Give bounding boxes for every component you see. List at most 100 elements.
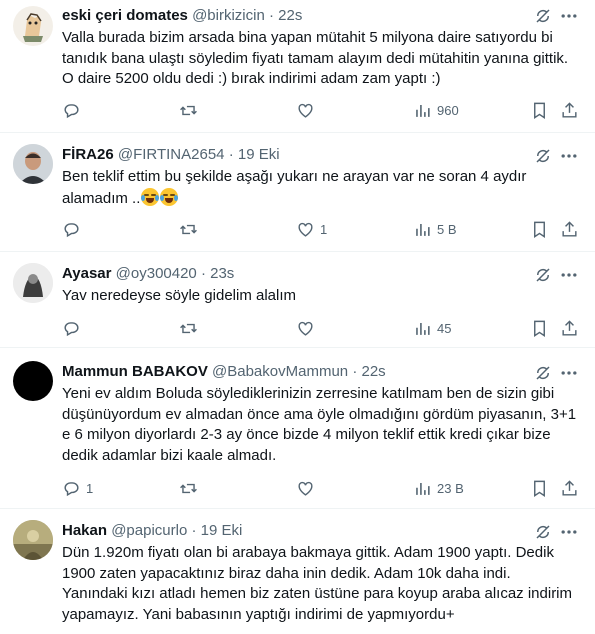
like-button[interactable]: [296, 99, 320, 121]
tweet[interactable]: eski çeri domates @birkizicin · 22s Vall…: [0, 0, 595, 133]
more-icon[interactable]: [559, 522, 579, 542]
user-handle[interactable]: @birkizicin: [192, 7, 265, 24]
timestamp[interactable]: 22s: [361, 363, 385, 380]
reply-count: 1: [86, 480, 94, 496]
views-button[interactable]: 23 B: [413, 477, 464, 499]
reply-button[interactable]: [62, 218, 86, 240]
bookmark-icon: [534, 102, 545, 119]
tweet[interactable]: Mammun BABAKOV @BabakovMammun · 22s Yeni…: [0, 349, 595, 509]
action-bar: 45: [62, 317, 587, 339]
views-button[interactable]: 5 B: [413, 218, 457, 240]
heart-icon: [298, 481, 313, 496]
timestamp[interactable]: 22s: [278, 7, 302, 24]
grok-icon[interactable]: [534, 523, 552, 541]
avatar[interactable]: [13, 144, 53, 184]
repost-button[interactable]: [179, 99, 203, 121]
bookmark-button[interactable]: [530, 317, 549, 339]
action-bar: 960: [62, 99, 587, 121]
share-icon: [562, 479, 577, 496]
views-count: 960: [437, 102, 459, 118]
views-count: 45: [437, 320, 452, 336]
tweet-header: Mammun BABAKOV @BabakovMammun · 22s: [62, 362, 595, 382]
grok-icon[interactable]: [534, 266, 552, 284]
tweet-header: Hakan @papicurlo · 19 Eki: [62, 521, 595, 541]
tweet-text: Yav neredeyse söyle gidelim alalım: [62, 287, 297, 304]
share-icon: [562, 101, 577, 118]
separator-dot: ·: [200, 265, 206, 282]
views-count: 5 B: [437, 221, 457, 237]
tweet[interactable]: FİRA26 @FIRTINA2654 · 19 Eki Ben teklif …: [0, 134, 595, 252]
user-handle[interactable]: @BabakovMammun: [212, 363, 348, 380]
avatar[interactable]: [13, 263, 53, 303]
face-with-tears-of-joy-icon: [141, 187, 160, 206]
share-icon: [562, 319, 577, 336]
views-icon: [416, 104, 430, 117]
display-name[interactable]: Mammun BABAKOV: [62, 363, 208, 380]
like-button[interactable]: [296, 317, 320, 339]
timestamp[interactable]: 19 Eki: [238, 146, 280, 163]
heart-icon: [298, 222, 313, 237]
share-icon: [562, 220, 577, 237]
tweet[interactable]: Ayasar @oy300420 · 23s Yav neredeyse söy…: [0, 253, 595, 348]
reply-button[interactable]: [62, 99, 86, 121]
tweet[interactable]: Hakan @papicurlo · 19 Eki Dün 1.920m fiy…: [0, 510, 595, 634]
more-icon[interactable]: [559, 6, 579, 26]
heart-icon: [298, 103, 313, 118]
repost-icon: [180, 483, 197, 493]
repost-button[interactable]: [179, 477, 203, 499]
bookmark-icon: [534, 221, 545, 238]
views-count: 23 B: [437, 480, 464, 496]
timestamp[interactable]: 19 Eki: [201, 522, 243, 539]
user-handle[interactable]: @FIRTINA2654: [118, 146, 225, 163]
display-name[interactable]: Ayasar: [62, 265, 111, 282]
avatar[interactable]: [13, 6, 53, 46]
tweet-header: FİRA26 @FIRTINA2654 · 19 Eki: [62, 145, 595, 165]
display-name[interactable]: FİRA26: [62, 146, 114, 163]
bookmark-button[interactable]: [530, 99, 549, 121]
share-button[interactable]: [560, 218, 579, 240]
views-icon: [416, 482, 430, 495]
share-button[interactable]: [560, 99, 579, 121]
tweet-text: Dün 1.920m fiyatı olan bi arabaya bakmay…: [62, 544, 573, 623]
tweet-text-content: Ben teklif ettim bu şekilde aşağı yukarı…: [62, 168, 527, 207]
separator-dot: ·: [228, 146, 234, 163]
action-bar: 1 23 B: [62, 477, 587, 499]
more-icon[interactable]: [559, 265, 579, 285]
like-button[interactable]: 1: [296, 218, 327, 240]
repost-button[interactable]: [179, 218, 203, 240]
share-button[interactable]: [560, 317, 579, 339]
tweet-text: Yeni ev aldım Boluda söylediklerinizin z…: [62, 385, 577, 464]
views-button[interactable]: 45: [413, 317, 451, 339]
repost-icon: [180, 323, 197, 333]
user-handle[interactable]: @papicurlo: [111, 522, 187, 539]
grok-icon[interactable]: [534, 147, 552, 165]
bookmark-icon: [534, 320, 545, 337]
reply-button[interactable]: [62, 317, 86, 339]
bookmark-button[interactable]: [530, 218, 549, 240]
grok-icon[interactable]: [534, 7, 552, 25]
like-button[interactable]: [296, 477, 320, 499]
timestamp[interactable]: 23s: [210, 265, 234, 282]
bookmark-icon: [534, 480, 545, 497]
action-bar: 1 5 B: [62, 218, 587, 240]
reply-icon: [64, 222, 79, 237]
separator-dot: ·: [191, 522, 197, 539]
like-count: 1: [320, 221, 328, 237]
reply-icon: [64, 103, 79, 118]
avatar[interactable]: [13, 361, 53, 401]
more-icon[interactable]: [559, 363, 579, 383]
user-handle[interactable]: @oy300420: [116, 265, 197, 282]
views-button[interactable]: 960: [413, 99, 459, 121]
repost-icon: [180, 105, 197, 115]
more-icon[interactable]: [559, 146, 579, 166]
heart-icon: [298, 321, 313, 336]
views-icon: [416, 223, 430, 236]
avatar[interactable]: [13, 520, 53, 560]
share-button[interactable]: [560, 477, 579, 499]
reply-button[interactable]: 1: [62, 477, 93, 499]
display-name[interactable]: eski çeri domates: [62, 7, 188, 24]
bookmark-button[interactable]: [530, 477, 549, 499]
grok-icon[interactable]: [534, 364, 552, 382]
display-name[interactable]: Hakan: [62, 522, 107, 539]
repost-button[interactable]: [179, 317, 203, 339]
